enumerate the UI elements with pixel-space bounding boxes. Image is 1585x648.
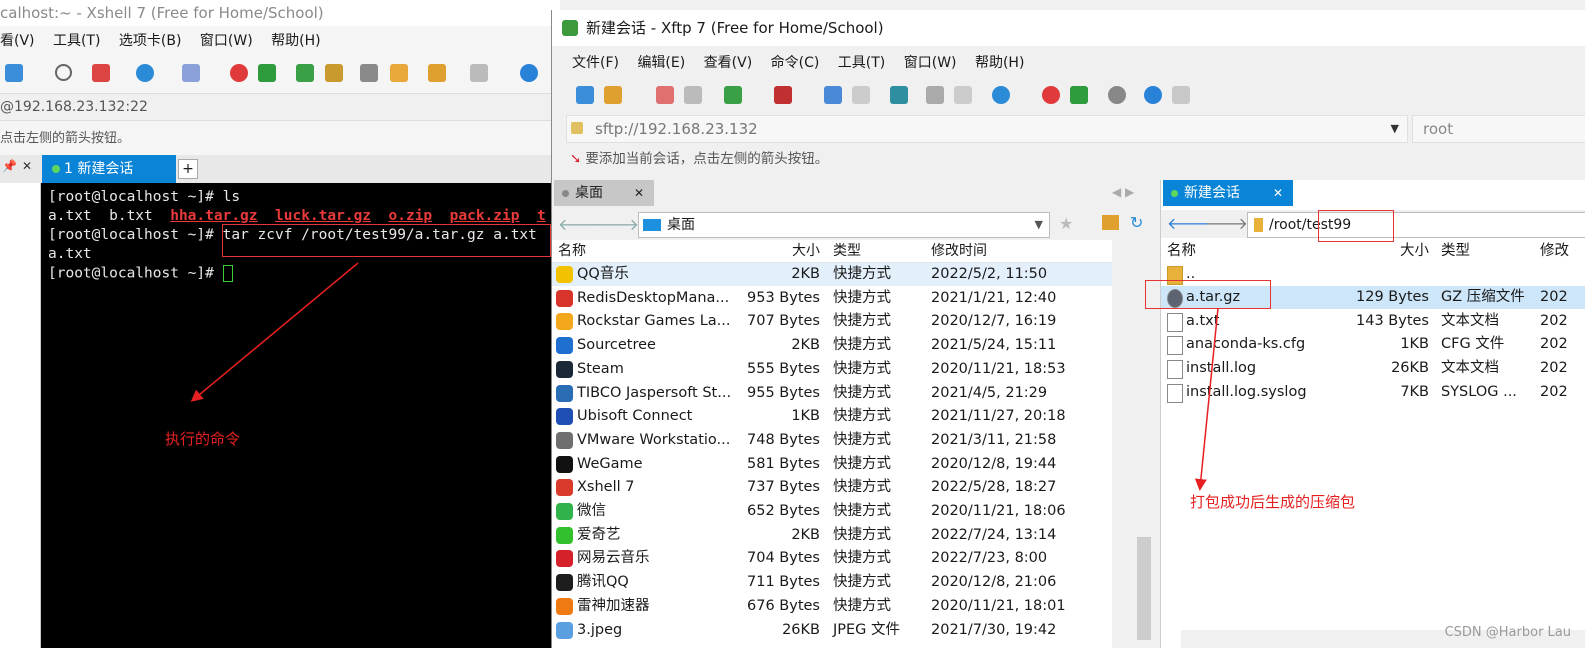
command-arrow bbox=[190, 262, 359, 402]
archive-arrow bbox=[1194, 307, 1219, 491]
archive-annotation: 打包成功后生成的压缩包 bbox=[1190, 493, 1356, 511]
command-annotation: 执行的命令 bbox=[165, 430, 241, 448]
watermark: CSDN @Harbor Lau bbox=[1444, 625, 1571, 640]
annotation-arrows bbox=[190, 262, 1219, 491]
